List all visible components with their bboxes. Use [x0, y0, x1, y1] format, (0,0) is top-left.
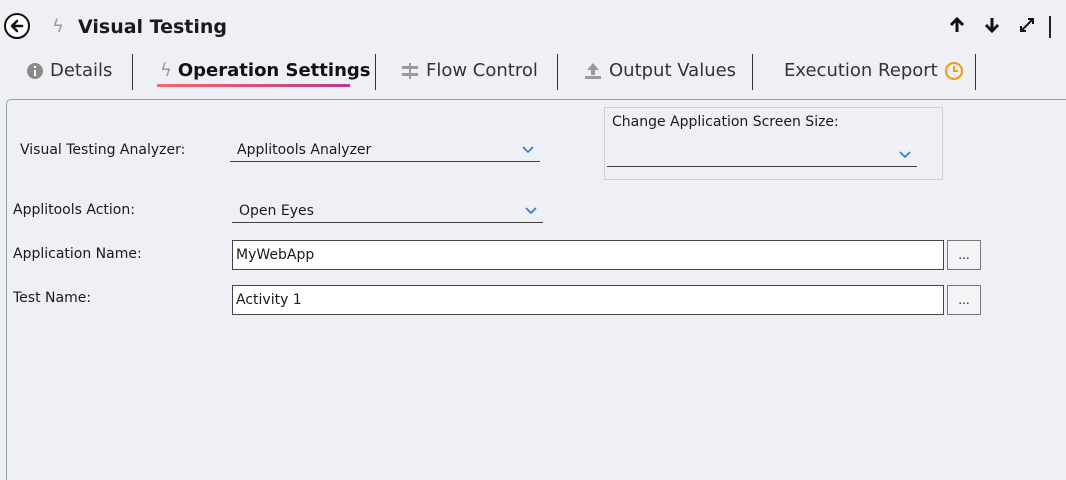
test-name-browse-button[interactable]: ...: [947, 285, 981, 315]
chevron-down-icon: [525, 206, 537, 214]
action-dropdown[interactable]: Open Eyes: [232, 199, 543, 223]
tab-output-values[interactable]: Output Values: [583, 60, 736, 81]
toolbar-divider: [1049, 16, 1051, 38]
tab-flow-control[interactable]: Flow Control: [400, 60, 538, 81]
move-up-button[interactable]: [948, 16, 966, 37]
page-title: Visual Testing: [78, 16, 228, 38]
analyzer-label: Visual Testing Analyzer:: [20, 142, 186, 158]
tab-divider: [375, 54, 376, 90]
tab-execution-report[interactable]: Execution Report: [784, 60, 964, 81]
expand-icon: [1020, 18, 1034, 32]
screen-size-label: Change Application Screen Size:: [612, 114, 839, 130]
upload-icon: [585, 62, 601, 79]
tab-operation-settings[interactable]: ϟ Operation Settings: [160, 60, 370, 81]
lightning-bolt-icon: ϟ: [160, 60, 172, 81]
arrow-up-icon: [949, 16, 965, 32]
action-label: Applitools Action:: [13, 202, 135, 218]
tab-divider: [752, 54, 753, 90]
analyzer-dropdown[interactable]: Applitools Analyzer: [230, 138, 540, 162]
tab-details[interactable]: Details: [26, 60, 112, 81]
expand-button[interactable]: [1018, 16, 1036, 37]
chevron-down-icon: [522, 145, 534, 153]
tab-divider: [557, 54, 558, 90]
title-bar: ϟ Visual Testing: [0, 0, 1066, 52]
arrow-left-icon: [10, 19, 24, 33]
flow-control-icon: [402, 62, 418, 79]
analyzer-value: Applitools Analyzer: [237, 141, 372, 158]
tab-label: Execution Report: [784, 60, 938, 81]
chevron-down-icon: [899, 150, 911, 158]
screen-size-dropdown[interactable]: [607, 143, 917, 167]
tab-label: Details: [50, 60, 113, 81]
app-name-input[interactable]: MyWebApp: [232, 240, 944, 270]
clock-icon: [944, 61, 963, 80]
info-icon: [27, 62, 43, 79]
action-value: Open Eyes: [239, 202, 314, 219]
app-name-browse-button[interactable]: ...: [947, 240, 981, 270]
tab-divider: [132, 54, 133, 90]
active-tab-indicator: [157, 84, 350, 87]
tab-label: Output Values: [609, 60, 737, 81]
move-down-button[interactable]: [983, 16, 1001, 37]
app-name-label: Application Name:: [13, 246, 142, 262]
tab-divider: [975, 54, 976, 90]
arrow-down-icon: [984, 18, 1000, 34]
test-name-label: Test Name:: [13, 290, 92, 306]
lightning-bolt-icon: ϟ: [52, 16, 64, 37]
back-button[interactable]: [4, 13, 30, 39]
tab-label: Flow Control: [426, 60, 538, 81]
tab-label: Operation Settings: [177, 60, 371, 81]
test-name-input[interactable]: Activity 1: [232, 285, 944, 315]
